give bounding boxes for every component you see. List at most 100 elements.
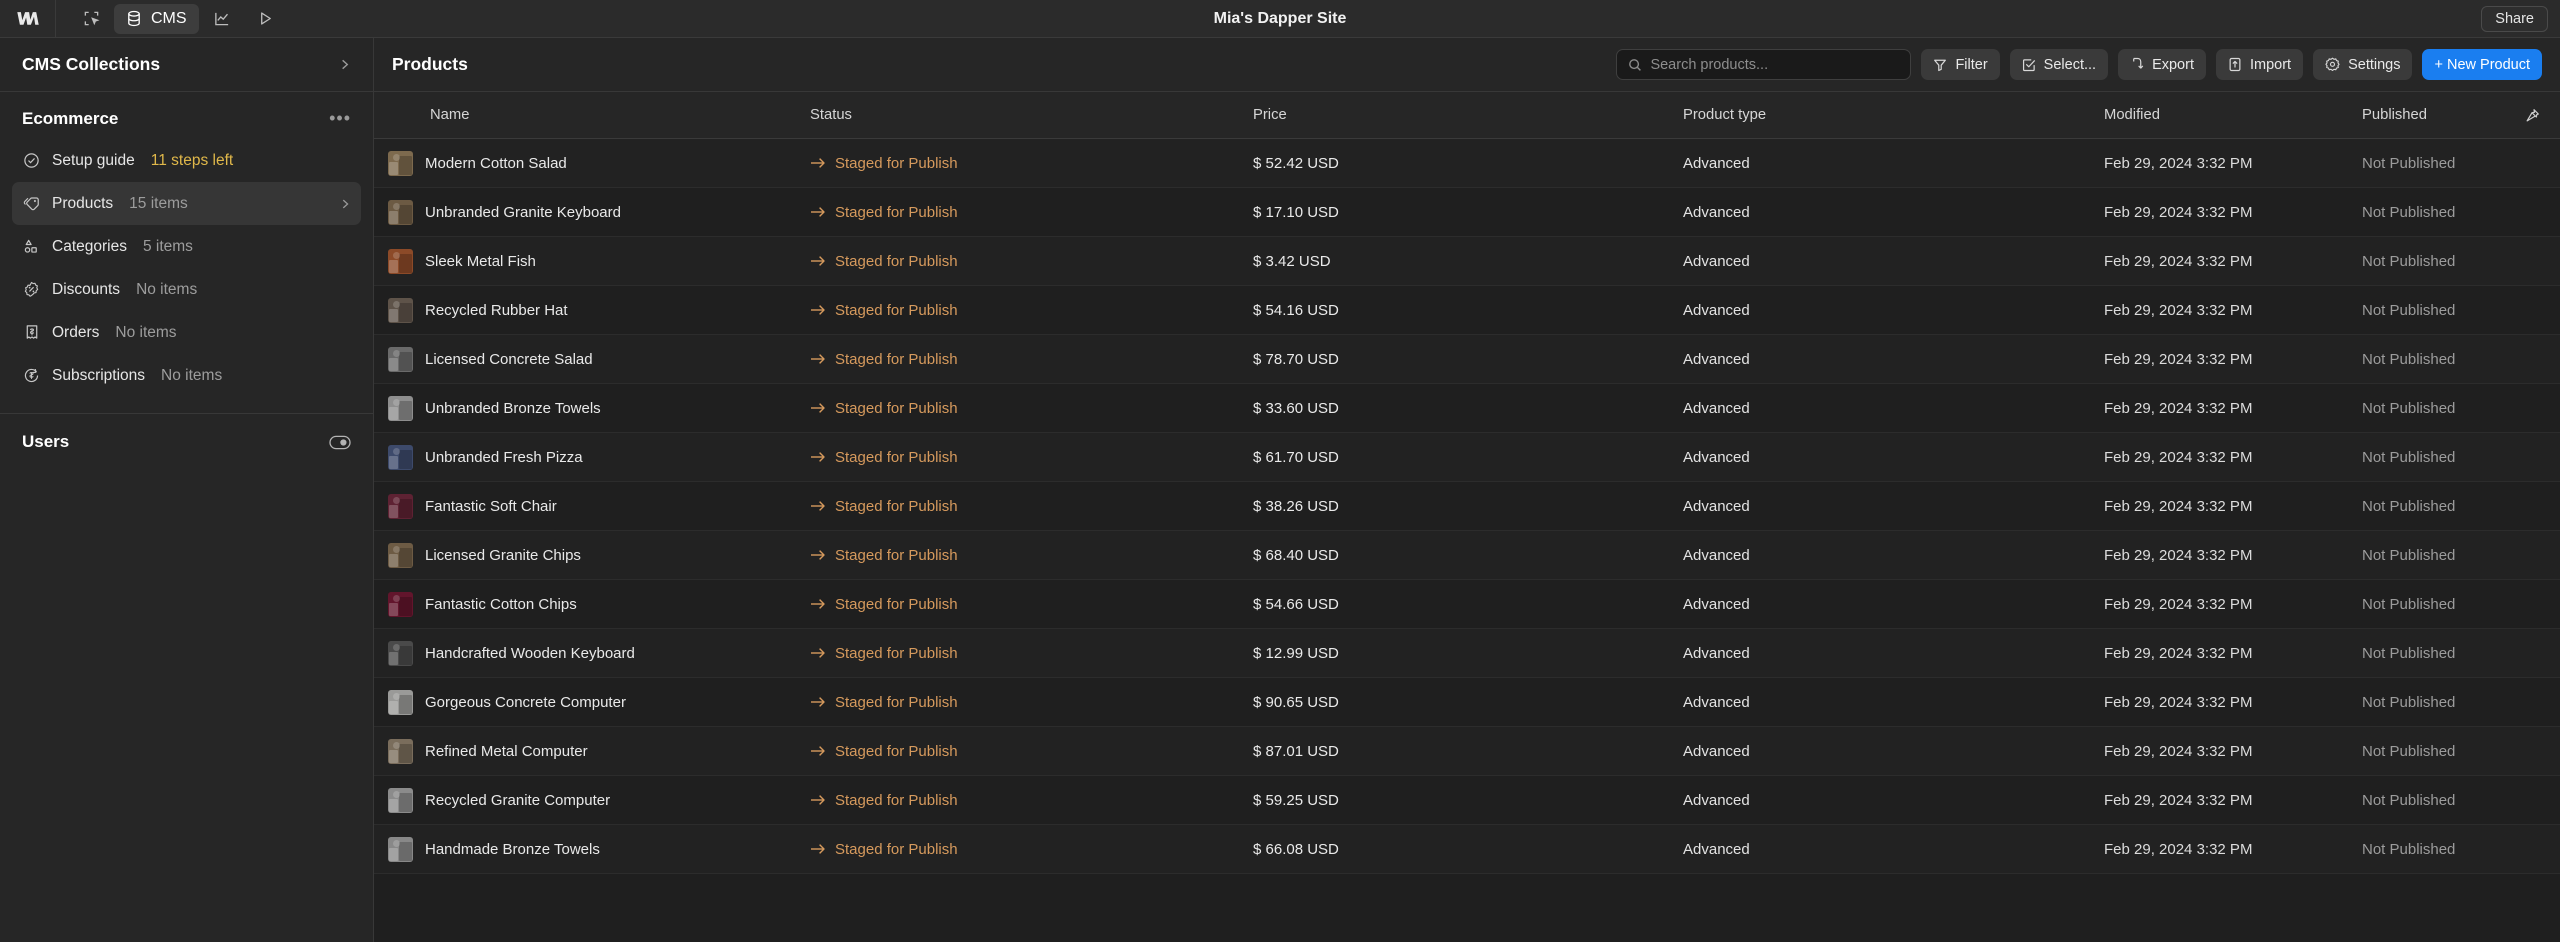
webflow-logo-button[interactable] bbox=[0, 0, 56, 37]
product-status-cell: Staged for Publish bbox=[810, 743, 1253, 760]
arrow-right-icon bbox=[810, 549, 826, 561]
arrow-right-icon bbox=[810, 255, 826, 267]
cms-collections-header[interactable]: CMS Collections bbox=[0, 38, 373, 92]
product-name: Fantastic Cotton Chips bbox=[425, 595, 577, 613]
sidebar-item-meta: 15 items bbox=[129, 194, 188, 212]
arrow-right-icon bbox=[810, 206, 826, 218]
product-published: Not Published bbox=[2362, 693, 2456, 711]
chevron-right-icon[interactable] bbox=[339, 198, 351, 210]
sidebar-item-orders[interactable]: Orders No items bbox=[12, 311, 361, 354]
product-price: $ 3.42 USD bbox=[1253, 252, 1331, 270]
product-type: Advanced bbox=[1683, 742, 1750, 760]
table-row[interactable]: Gorgeous Concrete Computer Staged for Pub… bbox=[374, 678, 2560, 727]
ellipsis-icon[interactable]: ••• bbox=[329, 108, 351, 129]
product-name: Handmade Bronze Towels bbox=[425, 840, 600, 858]
sidebar-item-label: Categories bbox=[52, 237, 127, 255]
table-row[interactable]: Sleek Metal Fish Staged for Publish $ 3.42… bbox=[374, 237, 2560, 286]
tab-preview[interactable] bbox=[245, 4, 287, 34]
new-product-button[interactable]: + New Product bbox=[2422, 49, 2542, 80]
import-button[interactable]: Import bbox=[2215, 49, 2304, 80]
sidebar-item-meta: No items bbox=[161, 366, 223, 384]
product-status: Staged for Publish bbox=[835, 350, 958, 368]
cms-collections-title: CMS Collections bbox=[22, 54, 161, 74]
product-thumbnail bbox=[388, 738, 413, 764]
product-published: Not Published bbox=[2362, 203, 2456, 221]
table-row[interactable]: Refined Metal Computer Staged for Publish… bbox=[374, 727, 2560, 776]
table-row[interactable]: Recycled Rubber Hat Staged for Publish $ 5… bbox=[374, 286, 2560, 335]
product-type: Advanced bbox=[1683, 252, 1750, 270]
column-header-name[interactable]: Name bbox=[388, 107, 810, 123]
new-product-label: + New Product bbox=[2434, 56, 2530, 73]
search-products-box[interactable] bbox=[1616, 49, 1912, 80]
product-status: Staged for Publish bbox=[835, 644, 958, 662]
sidebar-item-products[interactable]: Products 15 items bbox=[12, 182, 361, 225]
sidebar-item-subscriptions[interactable]: Subscriptions No items bbox=[12, 354, 361, 397]
product-published: Not Published bbox=[2362, 546, 2456, 564]
sidebar-item-discounts[interactable]: Discounts No items bbox=[12, 268, 361, 311]
search-input[interactable] bbox=[1650, 56, 1900, 73]
table-body: Modern Cotton Salad Staged for Publish $ 5… bbox=[374, 139, 2560, 874]
product-published: Not Published bbox=[2362, 301, 2456, 319]
share-button[interactable]: Share bbox=[2481, 6, 2548, 32]
export-icon bbox=[2130, 57, 2144, 72]
toggle-switch-icon[interactable] bbox=[329, 435, 351, 450]
table-row[interactable]: Unbranded Granite Keyboard Staged for Pub… bbox=[374, 188, 2560, 237]
table-row[interactable]: Handcrafted Wooden Keyboard Staged for Pu… bbox=[374, 629, 2560, 678]
product-modified: Feb 29, 2024 3:32 PM bbox=[2104, 301, 2253, 319]
table-row[interactable]: Fantastic Soft Chair Staged for Publish $ … bbox=[374, 482, 2560, 531]
export-button[interactable]: Export bbox=[2118, 49, 2206, 80]
app-root: CMS Mia's Dapper Site Share CMS Collecti… bbox=[0, 0, 2560, 942]
toolbar: Filter Select... Export bbox=[1616, 49, 2542, 80]
sidebar-item-setup-guide[interactable]: Setup guide 11 steps left bbox=[12, 139, 361, 182]
select-button[interactable]: Select... bbox=[2009, 49, 2109, 80]
product-type: Advanced bbox=[1683, 840, 1750, 858]
product-thumbnail bbox=[388, 493, 413, 519]
product-status-cell: Staged for Publish bbox=[810, 155, 1253, 172]
product-status-cell: Staged for Publish bbox=[810, 302, 1253, 319]
window-title: Mia's Dapper Site bbox=[1213, 9, 1347, 27]
users-title: Users bbox=[22, 432, 70, 451]
users-section-header[interactable]: Users bbox=[0, 414, 373, 470]
table-row[interactable]: Licensed Concrete Salad Staged for Publis… bbox=[374, 335, 2560, 384]
settings-button[interactable]: Settings bbox=[2313, 49, 2413, 80]
tab-designer[interactable] bbox=[70, 4, 112, 34]
product-thumbnail bbox=[388, 297, 413, 323]
column-header-modified[interactable]: Modified bbox=[2104, 107, 2362, 123]
column-header-status[interactable]: Status bbox=[810, 107, 1253, 123]
pin-icon[interactable] bbox=[2525, 108, 2560, 123]
product-name: Gorgeous Concrete Computer bbox=[425, 693, 626, 711]
filter-button[interactable]: Filter bbox=[1921, 49, 2000, 80]
product-price: $ 61.70 USD bbox=[1253, 448, 1339, 466]
table-row[interactable]: Licensed Granite Chips Staged for Publish… bbox=[374, 531, 2560, 580]
product-name: Recycled Granite Computer bbox=[425, 791, 611, 809]
table-row[interactable]: Handmade Bronze Towels Staged for Publish… bbox=[374, 825, 2560, 874]
product-status: Staged for Publish bbox=[835, 497, 958, 515]
sidebar-item-label: Subscriptions bbox=[52, 366, 146, 384]
tab-cms[interactable]: CMS bbox=[114, 3, 199, 34]
column-header-product-type[interactable]: Product type bbox=[1683, 107, 2104, 123]
product-type: Advanced bbox=[1683, 693, 1750, 711]
line-chart-icon bbox=[213, 10, 231, 27]
top-nav: CMS bbox=[56, 3, 287, 34]
sidebar-item-categories[interactable]: Categories 5 items bbox=[12, 225, 361, 268]
product-thumbnail bbox=[388, 444, 413, 470]
product-modified: Feb 29, 2024 3:32 PM bbox=[2104, 644, 2253, 662]
product-price: $ 90.65 USD bbox=[1253, 693, 1339, 711]
table-row[interactable]: Fantastic Cotton Chips Staged for Publish… bbox=[374, 580, 2560, 629]
tab-analytics[interactable] bbox=[201, 4, 243, 34]
table-row[interactable]: Unbranded Fresh Pizza Staged for Publish $… bbox=[374, 433, 2560, 482]
product-thumbnail bbox=[388, 689, 413, 715]
product-type: Advanced bbox=[1683, 350, 1750, 368]
product-modified: Feb 29, 2024 3:32 PM bbox=[2104, 742, 2253, 760]
column-header-price[interactable]: Price bbox=[1253, 107, 1683, 123]
product-name: Sleek Metal Fish bbox=[425, 252, 536, 270]
column-header-published[interactable]: Published bbox=[2362, 107, 2525, 123]
arrow-right-icon bbox=[810, 451, 826, 463]
product-published: Not Published bbox=[2362, 399, 2456, 417]
table-row[interactable]: Recycled Granite Computer Staged for Publ… bbox=[374, 776, 2560, 825]
chevron-right-icon[interactable] bbox=[338, 58, 351, 71]
product-status-cell: Staged for Publish bbox=[810, 645, 1253, 662]
table-row[interactable]: Modern Cotton Salad Staged for Publish $ 5… bbox=[374, 139, 2560, 188]
product-thumbnail bbox=[388, 836, 413, 862]
table-row[interactable]: Unbranded Bronze Towels Staged for Publis… bbox=[374, 384, 2560, 433]
